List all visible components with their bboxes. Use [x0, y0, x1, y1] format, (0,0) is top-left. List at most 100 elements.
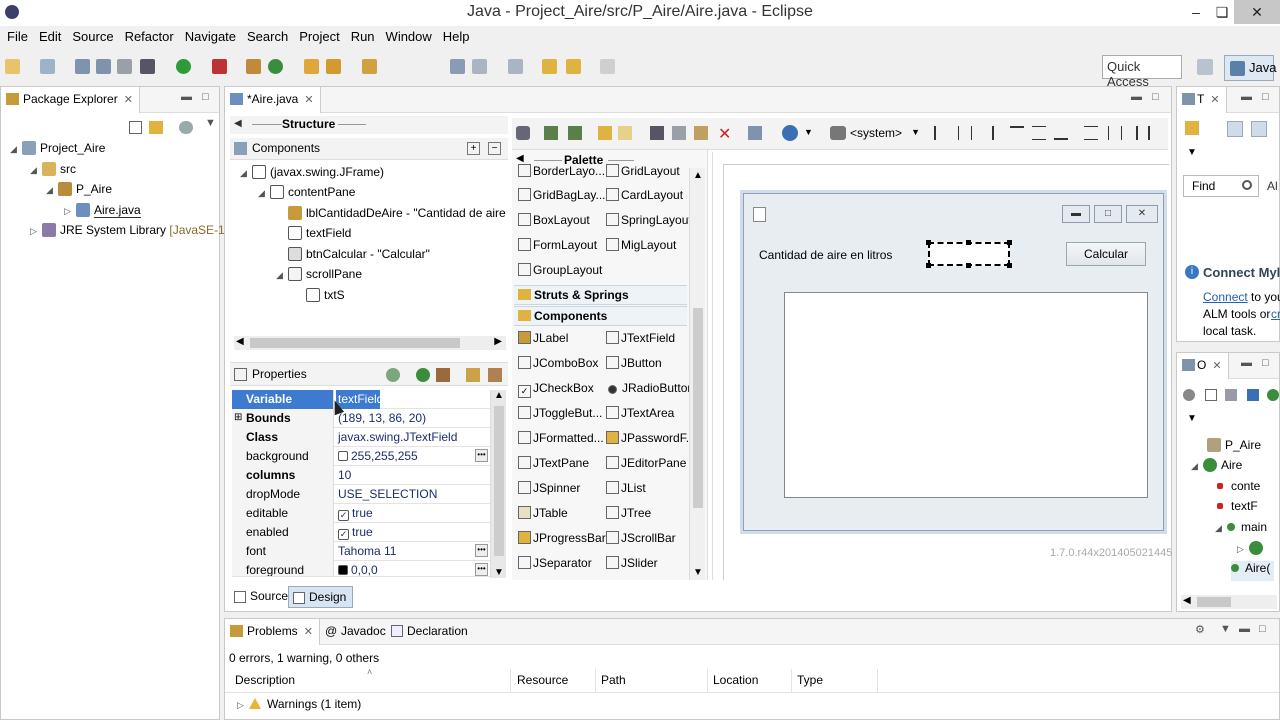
palette-cardlayout[interactable]: CardLayout — [606, 188, 683, 210]
palette-jtextarea[interactable]: JTextArea — [606, 406, 674, 428]
search-icon[interactable] — [326, 59, 341, 74]
last-edit-icon[interactable] — [542, 59, 557, 74]
menu-project[interactable]: Project — [295, 26, 343, 48]
outline-item-textfield[interactable]: textF — [1217, 499, 1258, 519]
palette-jtextpane[interactable]: JTextPane — [518, 456, 589, 478]
find-task-input[interactable]: Find — [1183, 175, 1259, 197]
tab-problems[interactable]: Problems ✕ — [225, 619, 320, 645]
edit-value-button[interactable]: ••• — [475, 563, 488, 576]
problems-row-warnings[interactable]: ▷ Warnings (1 item) — [237, 697, 361, 717]
property-row[interactable]: font Tahoma 11 ••• — [232, 542, 490, 561]
tab-declaration[interactable]: Declaration — [387, 619, 474, 645]
scroll-thumb[interactable] — [250, 338, 460, 348]
textfield-preview[interactable] — [926, 240, 1012, 268]
minimize-icon[interactable]: ▬ — [1131, 91, 1142, 103]
new-java-project-icon[interactable] — [246, 59, 261, 74]
palette-jtogglebutton[interactable]: JToggleBut... — [518, 406, 602, 428]
all-filter[interactable]: Al — [1267, 179, 1278, 193]
hide-nonpublic-icon[interactable] — [1267, 389, 1279, 401]
align-middle-icon[interactable] — [1032, 126, 1046, 140]
outline-item-package[interactable]: P_Aire — [1207, 438, 1261, 458]
cut-icon[interactable] — [650, 126, 664, 140]
palette-jscrollbar[interactable]: JScrollBar — [606, 531, 676, 553]
minimize-icon[interactable]: ▬ — [1239, 623, 1250, 635]
menu-source[interactable]: Source — [68, 26, 117, 48]
restore-default-icon[interactable] — [488, 368, 502, 382]
show-advanced-icon[interactable] — [466, 368, 480, 382]
palette-jprogressbar[interactable]: JProgressBar — [518, 531, 606, 553]
palette-jlist[interactable]: JList — [606, 481, 646, 503]
align-right-icon[interactable] — [980, 126, 994, 140]
property-row[interactable]: editable ✓ true — [232, 504, 490, 523]
palette-category-struts[interactable]: Struts & Springs — [514, 285, 687, 305]
hide-static-icon[interactable] — [1247, 389, 1259, 401]
palette-borderlayout[interactable]: BorderLayo... — [518, 164, 605, 178]
maximize-icon[interactable]: □ — [1262, 357, 1269, 369]
property-value[interactable]: (189, 13, 86, 20) — [336, 409, 476, 428]
palette-jeditorpane[interactable]: JEditorPane — [606, 456, 686, 478]
menu-file[interactable]: File — [3, 26, 32, 48]
scheduled-icon[interactable] — [1251, 121, 1267, 137]
close-icon[interactable]: ✕ — [304, 626, 313, 638]
maximize-icon[interactable]: □ — [1152, 91, 1159, 103]
palette-scrollbar[interactable]: ▲ ▼ — [689, 168, 705, 580]
open-perspective-icon[interactable] — [1197, 59, 1213, 75]
menu-edit[interactable]: Edit — [35, 26, 65, 48]
outline-item-class[interactable]: ◢ Aire — [1191, 458, 1242, 478]
create-link[interactable]: cr — [1271, 307, 1280, 321]
palette-grouplayout[interactable]: GroupLayout — [518, 263, 602, 285]
palette-boxlayout[interactable]: BoxLayout — [518, 213, 590, 235]
palette-jpasswordfield[interactable]: JPasswordF... — [606, 431, 696, 453]
previous-annotation-icon[interactable] — [508, 59, 523, 74]
minimize-icon[interactable]: ▬ — [1241, 357, 1252, 369]
print-icon[interactable] — [117, 59, 132, 74]
property-row[interactable]: background 255,255,255 ••• — [232, 447, 490, 466]
property-row[interactable]: columns 10 — [232, 466, 490, 485]
edit-value-button[interactable]: ••• — [475, 544, 488, 557]
menu-window[interactable]: Window — [382, 26, 436, 48]
tree-item-project[interactable]: ◢ Project_Aire — [10, 141, 105, 161]
menu-navigate[interactable]: Navigate — [181, 26, 240, 48]
palette-jbutton[interactable]: JButton — [606, 356, 662, 378]
refresh-icon[interactable] — [544, 126, 558, 140]
calcular-button[interactable]: Calcular — [1066, 242, 1146, 266]
palette-jspinner[interactable]: JSpinner — [518, 481, 580, 503]
property-row[interactable]: foreground 0,0,0 ••• — [232, 561, 490, 577]
property-value[interactable]: 10 — [336, 466, 476, 485]
palette-collapse-icon[interactable]: ◀ — [516, 153, 524, 164]
delete-icon[interactable]: ✕ — [718, 124, 731, 144]
tree-item-jre[interactable]: ▷ JRE System Library [JavaSE-1.7] — [30, 223, 238, 243]
properties-dialog-icon[interactable] — [748, 126, 762, 140]
palette-jlabel[interactable]: JLabel — [518, 331, 568, 353]
hide-fields-icon[interactable] — [1183, 389, 1195, 401]
tree-item-src[interactable]: ◢ src — [30, 162, 76, 182]
column-type[interactable]: Type — [797, 673, 823, 687]
collapse-all-icon[interactable] — [1205, 389, 1217, 401]
frame-maximize-button[interactable]: □ — [1094, 205, 1122, 223]
palette-jtextfield[interactable]: JTextField — [606, 331, 675, 353]
view-menu-icon[interactable]: ⚙ — [1195, 623, 1205, 636]
property-value[interactable]: USE_SELECTION — [336, 485, 476, 504]
component-button[interactable]: btnCalcular - "Calcular" — [276, 247, 430, 267]
distribute-icon[interactable] — [1136, 126, 1150, 140]
outline-item-contentpane[interactable]: conte — [1217, 479, 1260, 499]
view-menu-icon[interactable] — [179, 121, 193, 134]
property-row[interactable]: dropMode USE_SELECTION — [232, 485, 490, 504]
connect-link[interactable]: Connect — [1203, 290, 1248, 304]
close-icon[interactable]: ✕ — [124, 94, 133, 106]
checkbox-checked-icon[interactable]: ✓ — [338, 510, 349, 521]
scroll-thumb[interactable] — [693, 308, 703, 508]
tab-javadoc[interactable]: @ Javadoc — [321, 619, 392, 645]
tab-aire-java[interactable]: *Aire.java ✕ — [225, 87, 321, 113]
reparse-icon[interactable] — [568, 126, 582, 140]
copy-icon[interactable] — [672, 126, 686, 140]
palette-miglayout[interactable]: MigLayout — [606, 238, 676, 260]
convert-local-icon[interactable] — [436, 368, 450, 382]
open-type-icon[interactable] — [304, 59, 319, 74]
menu-refactor[interactable]: Refactor — [121, 26, 178, 48]
tree-item-package[interactable]: ◢ P_Aire — [46, 182, 112, 202]
component-txts[interactable]: txtS — [294, 288, 345, 308]
tab-design[interactable]: Design — [288, 586, 354, 608]
new-wizard-icon[interactable] — [40, 59, 55, 74]
menu-run[interactable]: Run — [347, 26, 379, 48]
